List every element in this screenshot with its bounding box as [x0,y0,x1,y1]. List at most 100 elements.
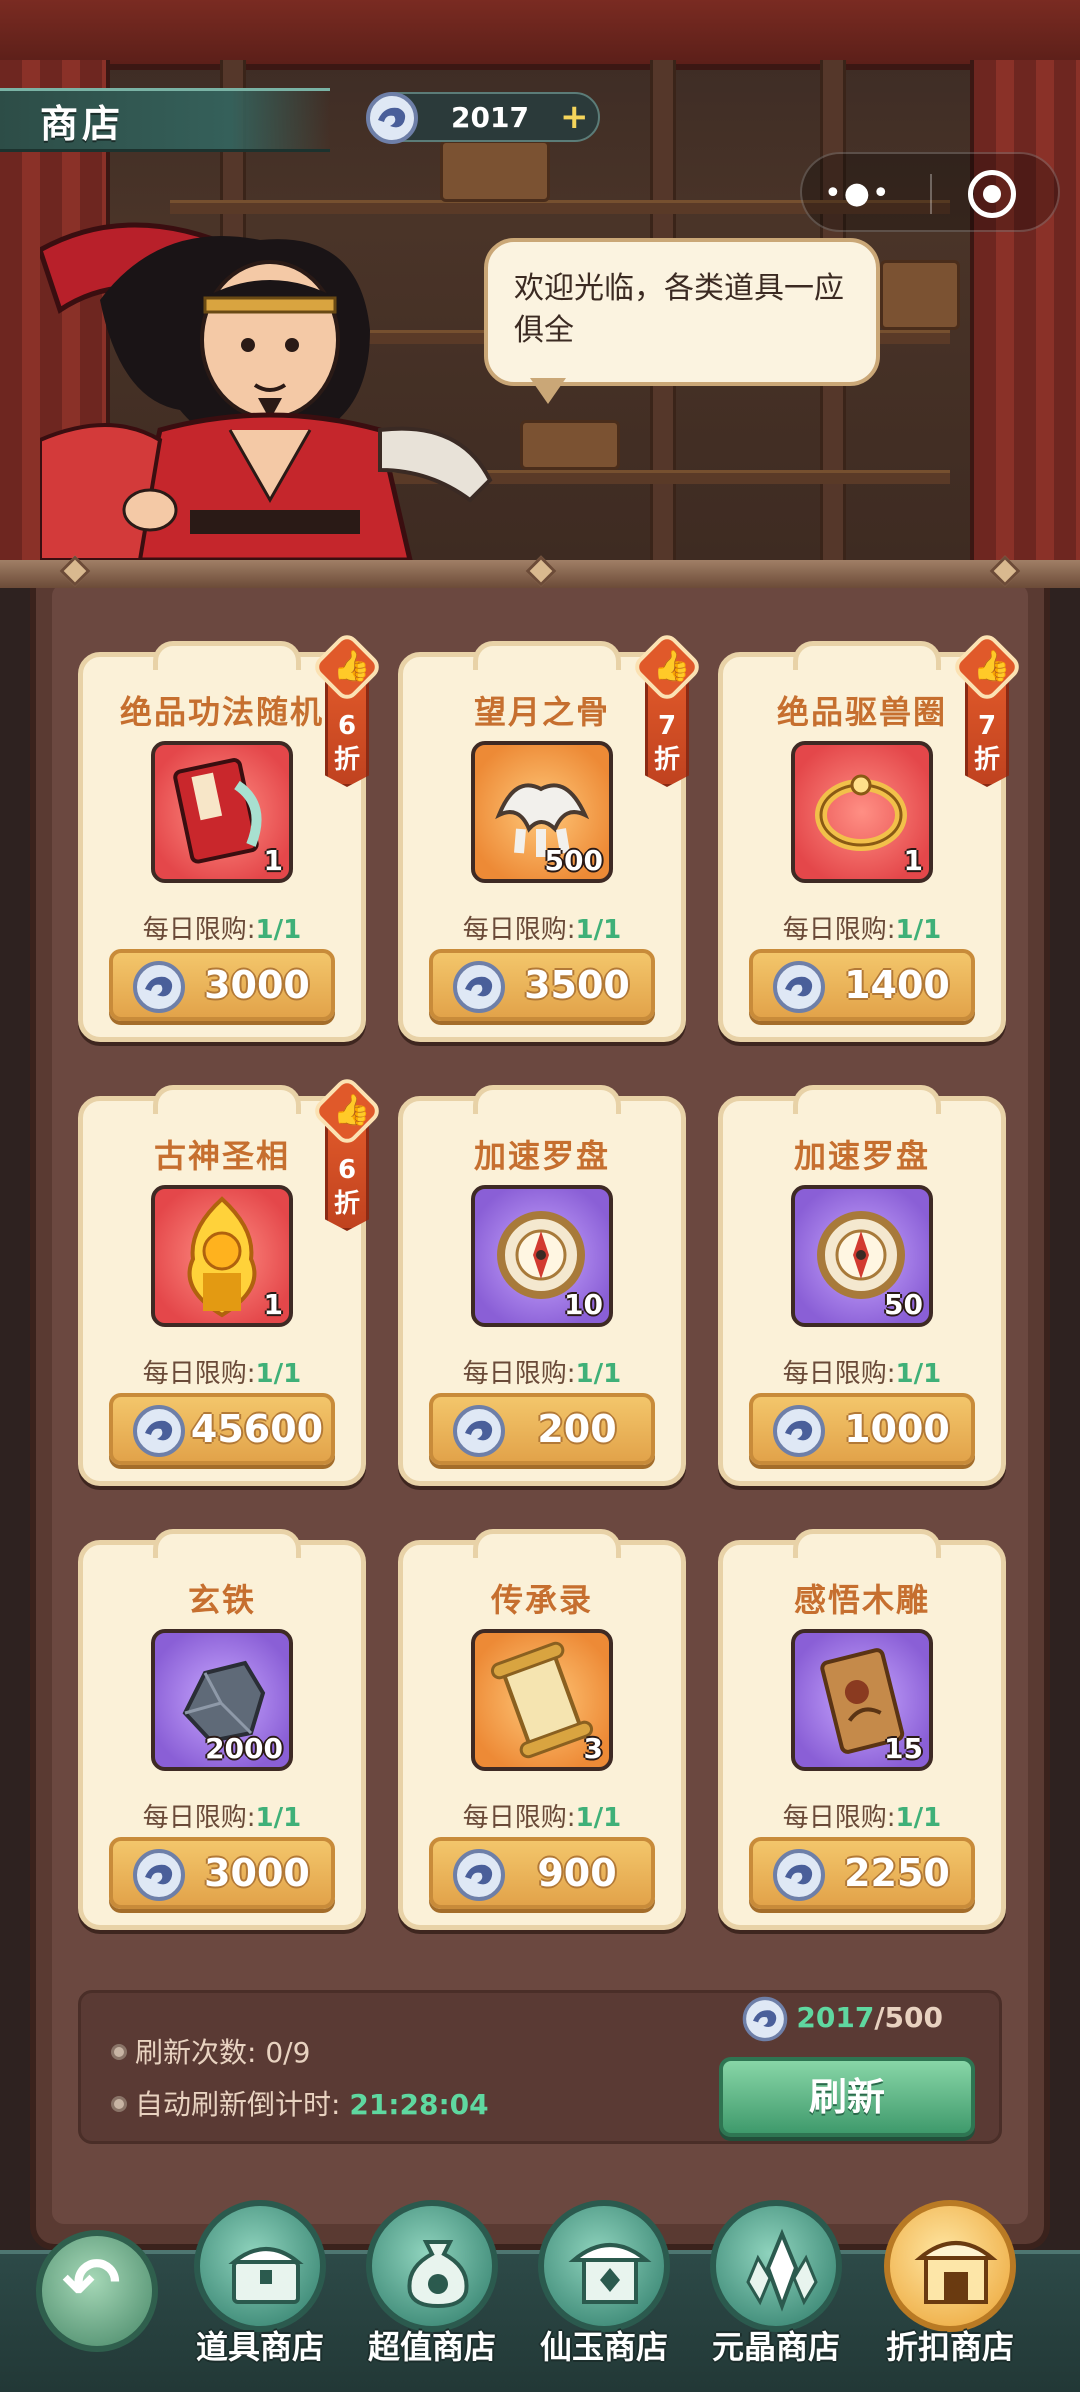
item-icon-frame: 500 [471,741,613,883]
refresh-button[interactable]: 刷新 [719,2057,975,2137]
jade-coin-icon [453,961,505,1013]
refresh-count-value: 0/9 [265,2036,311,2069]
item-quantity: 1 [903,844,923,877]
limit-value: 1/1 [575,1359,622,1389]
item-price: 3000 [204,963,310,1007]
item-name: 加速罗盘 [473,1137,610,1175]
jade-coin-icon [453,1849,505,1901]
shop-item-card[interactable]: 玄铁 2000 每日限购:1/1 3000 [78,1529,366,1930]
discount-number: 6 [337,1155,357,1185]
discount-text: 7折 [645,709,689,777]
item-price: 45600 [190,1407,324,1451]
jade-coin-icon [366,92,418,144]
item-icon-frame: 3 [471,1629,613,1771]
shop-item-card[interactable]: 古神圣相 1 每日限购:1/1 45600 👍 6折 [78,1074,384,1486]
discount-unit: 折 [333,745,360,775]
item-price: 3000 [204,1851,310,1895]
limit-value: 1/1 [575,1803,622,1833]
shop-item-card[interactable]: 望月之骨 500 每日限购:1/1 3500 👍 7折 [398,630,704,1042]
tab-value-shop[interactable]: 超值商店 [352,2200,512,2390]
item-price: 200 [537,1407,617,1451]
item-icon-frame: 1 [151,1185,293,1327]
crystal-icon [710,2200,842,2332]
discount-text: 6折 [325,1153,369,1221]
purchase-limit: 每日限购:1/1 [83,1353,361,1390]
discount-number: 6 [337,711,357,741]
jade-coin-icon [453,1405,505,1457]
buy-button[interactable]: 200 [429,1393,655,1465]
shop-stall-icon [884,2200,1016,2332]
buy-button[interactable]: 45600 [109,1393,335,1465]
tab-jade-shop[interactable]: 仙玉商店 [524,2200,684,2390]
buy-button[interactable]: 3500 [429,949,655,1021]
shop-item-card[interactable]: 绝品驱兽圈 1 每日限购:1/1 1400 👍 7折 [718,630,1024,1042]
item-price: 2250 [844,1851,950,1895]
limit-label: 每日限购: [782,1803,896,1833]
shop-item-card[interactable]: 传承录 3 每日限购:1/1 900 [398,1529,686,1930]
close-target-icon[interactable] [968,170,1016,218]
speech-bubble-tail [530,378,566,404]
buy-button[interactable]: 3000 [109,1837,335,1909]
jade-coin-icon [773,961,825,1013]
item-quantity: 2000 [205,1732,283,1765]
refresh-info-panel: 刷新次数: 0/9 自动刷新倒计时: 21:28:04 2017/500 刷新 [78,1990,1002,2144]
shop-item-card[interactable]: 感悟木雕 15 每日限购:1/1 2250 [718,1529,1006,1930]
item-quantity: 1 [263,1288,283,1321]
buy-button[interactable]: 1400 [749,949,975,1021]
shelf-chest [880,260,960,330]
jade-coin-icon [773,1849,825,1901]
item-name: 望月之骨 [473,693,610,731]
purchase-limit: 每日限购:1/1 [403,1797,681,1834]
auto-refresh-label: 自动刷新倒计时: [135,2088,350,2121]
purchase-limit: 每日限购:1/1 [83,1797,361,1834]
discount-text: 6折 [325,709,369,777]
limit-value: 1/1 [575,915,622,945]
tab-label: 折扣商店 [885,2328,1014,2366]
discount-unit: 折 [333,1189,360,1219]
buy-button[interactable]: 3000 [109,949,335,1021]
item-name: 玄铁 [187,1581,256,1619]
item-name: 绝品驱兽圈 [776,693,947,731]
jade-currency-counter[interactable]: 2017 + [366,92,600,144]
item-quantity: 15 [884,1732,923,1765]
tab-discount-shop[interactable]: 折扣商店 [870,2200,1030,2390]
discount-unit: 折 [653,745,680,775]
shop-scene: 商店 2017 + •●• 欢迎光临，各类道具一应俱全 [0,0,1080,560]
buy-button[interactable]: 1000 [749,1393,975,1465]
item-icon-frame: 50 [791,1185,933,1327]
item-quantity: 3 [583,1732,603,1765]
refresh-count-line: 刷新次数: 0/9 [111,2031,310,2071]
limit-label: 每日限购: [462,1803,576,1833]
item-price: 1400 [844,963,950,1007]
purchase-limit: 每日限购:1/1 [403,1353,681,1390]
add-currency-plus-icon[interactable]: + [560,100,589,134]
purchase-limit: 每日限购:1/1 [723,1797,1001,1834]
buy-button[interactable]: 2250 [749,1837,975,1909]
limit-label: 每日限购: [462,1359,576,1389]
shop-title-banner: 商店 [0,88,330,152]
tab-item-shop[interactable]: 道具商店 [180,2200,340,2390]
tab-crystal-shop[interactable]: 元晶商店 [696,2200,856,2390]
item-icon-frame: 1 [151,741,293,883]
shop-item-card[interactable]: 绝品功法随机 1 每日限购:1/1 3000 👍 6折 [78,630,384,1042]
tab-label: 超值商店 [367,2328,496,2366]
back-arrow-icon: ↶ [62,2242,121,2324]
limit-value: 1/1 [255,1803,302,1833]
item-quantity: 1 [263,844,283,877]
npc-greeting-text: 欢迎光临，各类道具一应俱全 [514,271,844,348]
discount-tag: 👍 6折 [310,1074,384,1245]
buy-button[interactable]: 900 [429,1837,655,1909]
limit-value: 1/1 [895,1803,942,1833]
refresh-count-label: 刷新次数: [135,2036,266,2069]
back-button[interactable]: ↶ [36,2230,158,2352]
shop-item-card[interactable]: 加速罗盘 10 每日限购:1/1 200 [398,1085,686,1486]
currency-amount: 2017 [451,100,529,134]
shop-item-card[interactable]: 加速罗盘 50 每日限购:1/1 1000 [718,1085,1006,1486]
item-name: 绝品功法随机 [119,693,324,731]
limit-label: 每日限购: [142,1359,256,1389]
discount-number: 7 [657,711,677,741]
thumbs-up-icon: 👍 [973,649,1011,684]
item-quantity: 50 [884,1288,923,1321]
curtain-right [970,60,1080,560]
more-menu-dots-icon[interactable]: •●• [824,179,892,209]
